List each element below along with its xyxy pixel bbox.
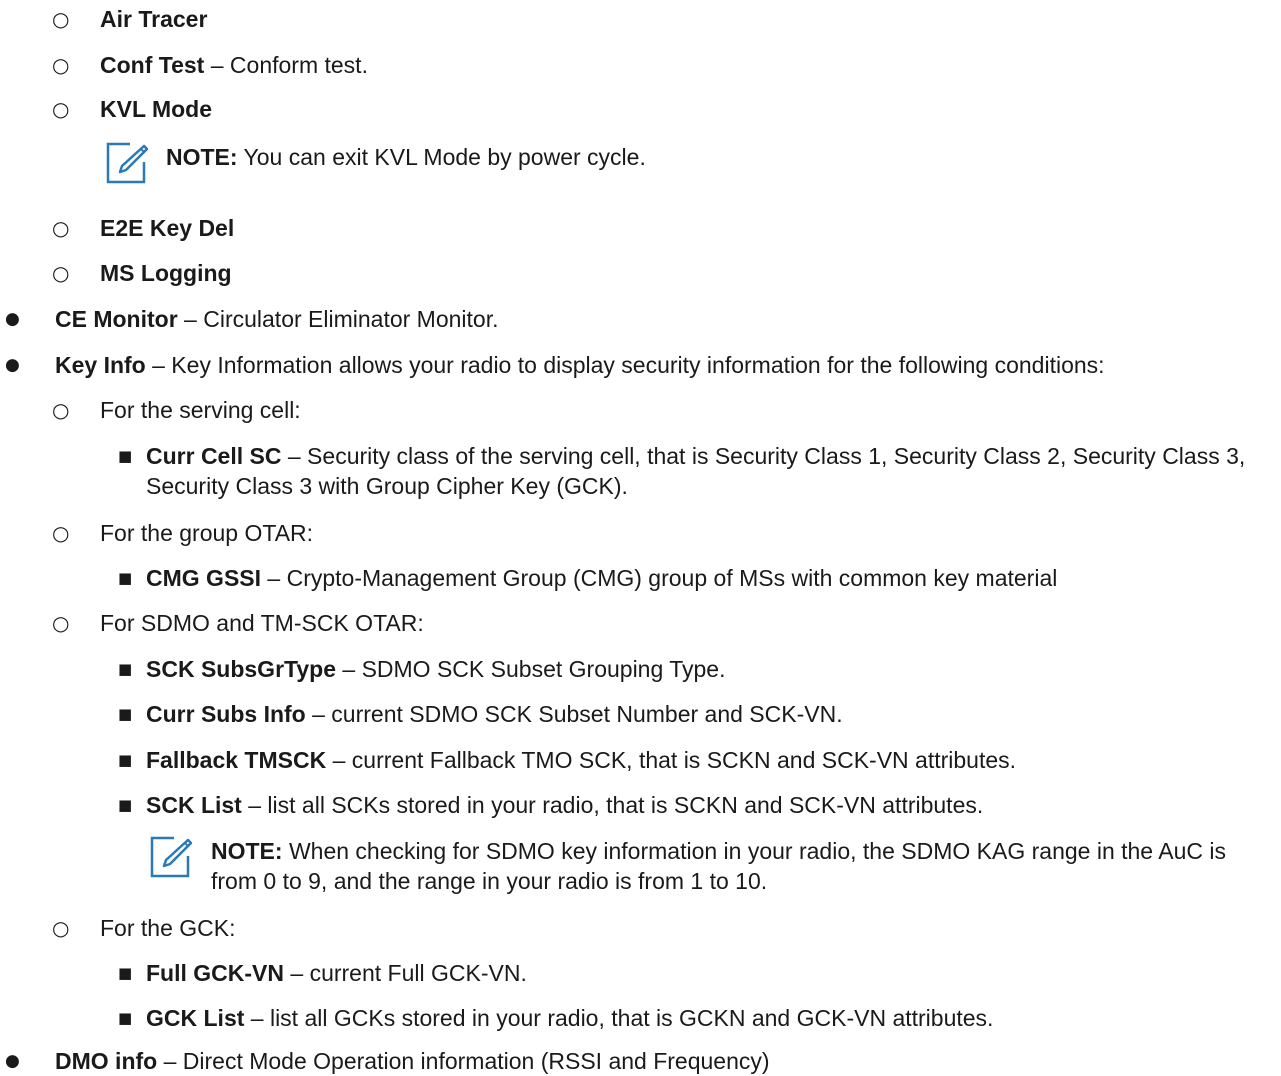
bullet-square: ■ (118, 660, 133, 678)
bullet-circle: ○ (52, 916, 70, 940)
text-for-gck: For the GCK: (100, 915, 236, 941)
desc-sck-subsgrtype: – SDMO SCK Subset Grouping Type. (336, 656, 726, 682)
desc-fallback-tmsck: – current Fallback TMO SCK, that is SCKN… (326, 747, 1017, 773)
desc-cmg-gssi: – Crypto-Management Group (CMG) group of… (261, 565, 1058, 591)
bullet-circle: ○ (52, 261, 70, 285)
bullet-circle: ○ (52, 97, 70, 121)
desc-key-info: – Key Information allows your radio to d… (145, 352, 1105, 378)
bullet-disc: ● (5, 1051, 20, 1071)
text-sdmo-otar: For SDMO and TM-SCK OTAR: (100, 610, 424, 636)
bullet-disc: ● (5, 355, 20, 375)
note-label: NOTE: (211, 838, 283, 864)
note-kvl-mode: NOTE: You can exit KVL Mode by power cyc… (166, 142, 1266, 172)
term-full-gck-vn: Full GCK-VN (146, 960, 284, 986)
bullet-square: ■ (118, 751, 133, 769)
desc-dmo-info: – Direct Mode Operation information (RSS… (157, 1048, 770, 1074)
term-ms-logging: MS Logging (100, 260, 232, 286)
bullet-circle: ○ (52, 53, 70, 77)
term-gck-list: GCK List (146, 1005, 245, 1031)
pencil-note-icon (150, 836, 193, 878)
text-group-otar: For the group OTAR: (100, 520, 314, 546)
note-text: You can exit KVL Mode by power cycle. (237, 144, 646, 170)
term-sck-list: SCK List (146, 792, 242, 818)
bullet-circle: ○ (52, 398, 70, 422)
term-dmo-info: DMO info (55, 1048, 158, 1074)
desc-conf-test: – Conform test. (204, 52, 368, 78)
bullet-square: ■ (118, 705, 133, 723)
term-curr-cell-sc: Curr Cell SC (146, 443, 282, 469)
desc-curr-subs-info: – current SDMO SCK Subset Number and SCK… (305, 701, 843, 727)
term-fallback-tmsck: Fallback TMSCK (146, 747, 327, 773)
term-key-info: Key Info (55, 352, 146, 378)
term-curr-subs-info: Curr Subs Info (146, 701, 306, 727)
bullet-circle: ○ (52, 216, 70, 240)
bullet-square: ■ (118, 447, 133, 465)
term-cmg-gssi: CMG GSSI (146, 565, 262, 591)
desc-ce-monitor: – Circulator Eliminator Monitor. (177, 306, 499, 332)
term-sck-subsgrtype: SCK SubsGrType (146, 656, 336, 682)
bullet-circle: ○ (52, 7, 70, 31)
pencil-note-icon (106, 142, 149, 184)
bullet-square: ■ (118, 569, 133, 587)
term-conf-test: Conf Test (100, 52, 205, 78)
term-kvl-mode: KVL Mode (100, 96, 213, 122)
bullet-square: ■ (118, 964, 133, 982)
term-air-tracer: Air Tracer (100, 6, 208, 32)
note-label: NOTE: (166, 144, 238, 170)
bullet-square: ■ (118, 796, 133, 814)
note-text: When checking for SDMO key information i… (211, 838, 1226, 894)
desc-curr-cell-sc: – Security class of the serving cell, th… (146, 443, 1246, 499)
desc-sck-list: – list all SCKs stored in your radio, th… (241, 792, 984, 818)
bullet-circle: ○ (52, 611, 70, 635)
text-serving-cell: For the serving cell: (100, 397, 301, 423)
term-ce-monitor: CE Monitor (55, 306, 178, 332)
bullet-circle: ○ (52, 521, 70, 545)
bullet-square: ■ (118, 1009, 133, 1027)
desc-gck-list: – list all GCKs stored in your radio, th… (244, 1005, 994, 1031)
list-item-curr-cell-sc: ■ Curr Cell SC – Security class of the s… (0, 441, 1281, 505)
desc-full-gck-vn: – current Full GCK-VN. (284, 960, 527, 986)
note-sdmo-kag: NOTE: When checking for SDMO key informa… (211, 836, 1273, 896)
bullet-disc: ● (5, 309, 20, 329)
term-e2e-key-del: E2E Key Del (100, 215, 235, 241)
